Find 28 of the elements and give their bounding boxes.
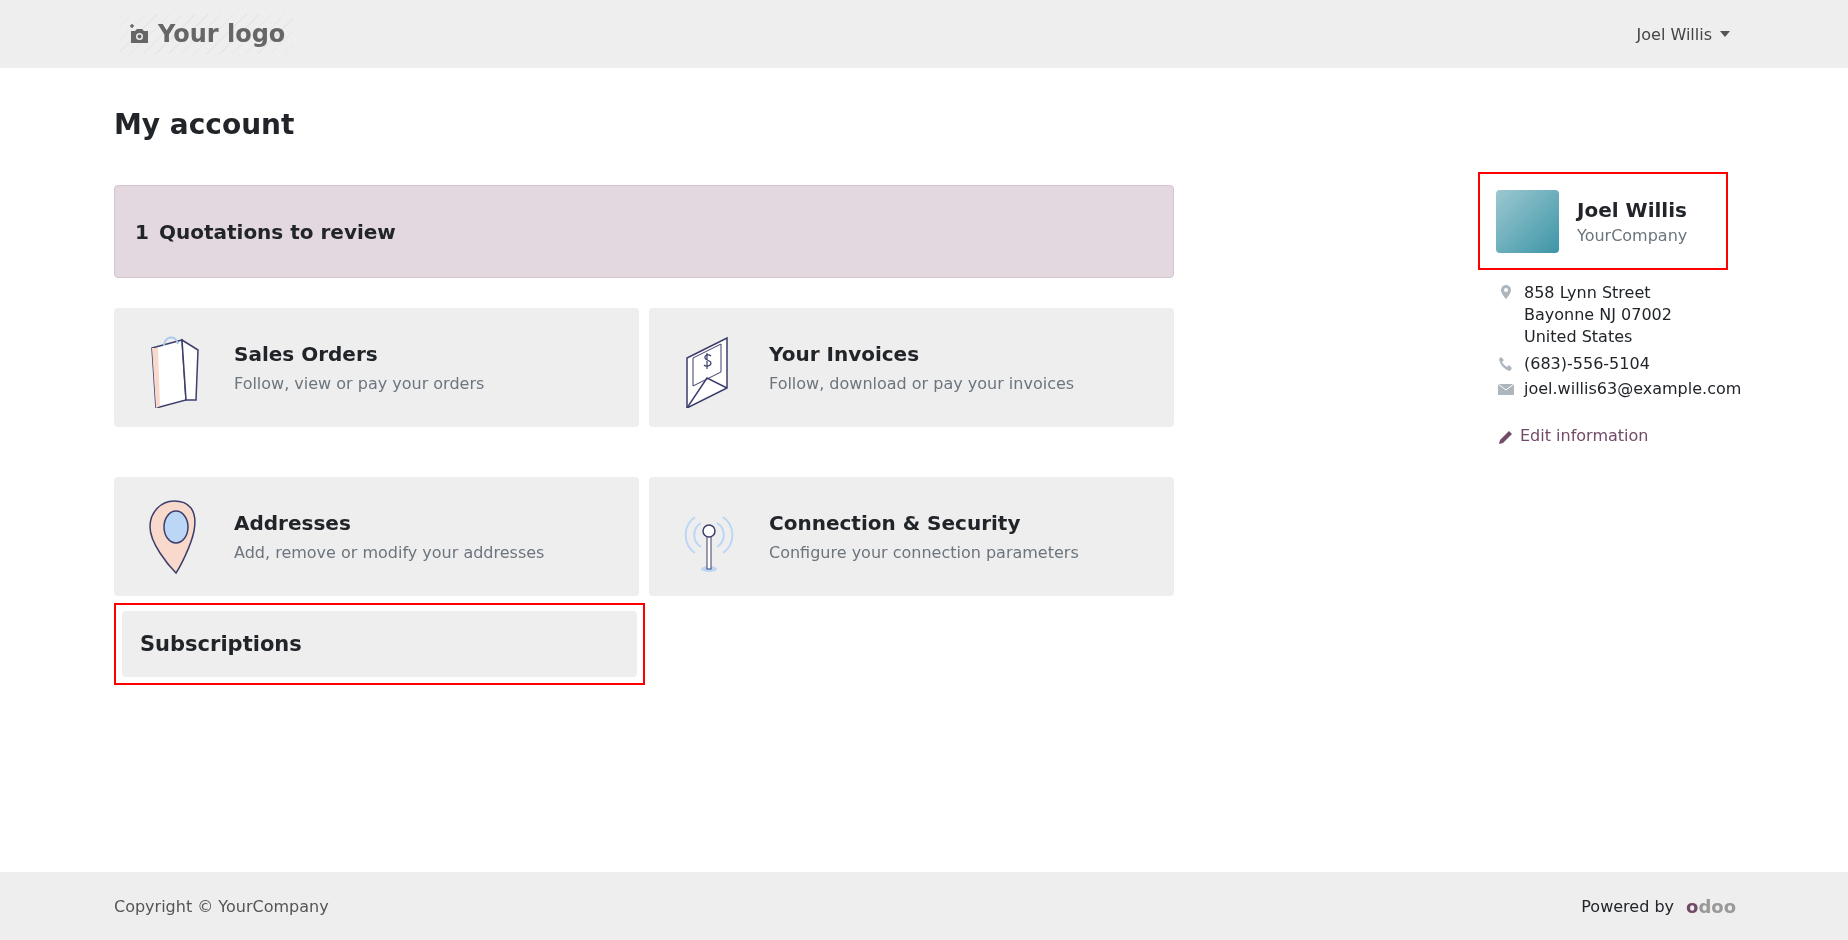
page-title: My account [114, 108, 296, 141]
portal-card[interactable]: Sales Orders Follow, view or pay your orders [114, 308, 639, 427]
card-title: Connection & Security [769, 511, 1022, 535]
phone-number: (683)-556-5104 [1524, 354, 1650, 373]
profile-company: YourCompany [1577, 225, 1688, 245]
edit-information-link[interactable]: Edit information [1498, 426, 1758, 445]
profile-name: Joel Willis [1577, 197, 1688, 222]
portal-card[interactable]: Addresses Add, remove or modify your addresses [114, 477, 639, 596]
email-address: joel.willis63@example.com [1524, 379, 1742, 398]
address-text: 858 Lynn Street Bayonne NJ 07002 United States [1524, 282, 1672, 348]
portal-card[interactable]: Your Invoices Follow, download or pay your invoices [649, 308, 1174, 427]
card-subtitle: Add, remove or modify your addresses [234, 543, 545, 562]
card-subtitle: Follow, download or pay your invoices [769, 374, 1075, 393]
user-menu[interactable]: Joel Willis [1630, 23, 1736, 45]
card-title: Sales Orders [234, 342, 379, 366]
card-title: Addresses [234, 511, 352, 535]
card-subtitle: Follow, view or pay your orders [234, 374, 485, 393]
subscriptions-card[interactable]: Subscriptions [122, 611, 637, 677]
quotations-alert[interactable]: 1 Quotations to review [114, 185, 1174, 278]
portal-card[interactable]: Connection & Security Configure your connection parameters [649, 477, 1174, 596]
copyright-text: Copyright © YourCompany [114, 896, 329, 916]
quotation-count: 1 [135, 219, 149, 244]
alert-text: Quotations to review [158, 219, 396, 244]
card-subtitle: Configure your connection parameters [769, 543, 1079, 562]
card-title: Your Invoices [769, 342, 921, 366]
logo-text: Your logo [158, 20, 286, 48]
powered-by-text: Powered by [1581, 896, 1674, 916]
site-logo[interactable]: Your logo [120, 14, 294, 54]
